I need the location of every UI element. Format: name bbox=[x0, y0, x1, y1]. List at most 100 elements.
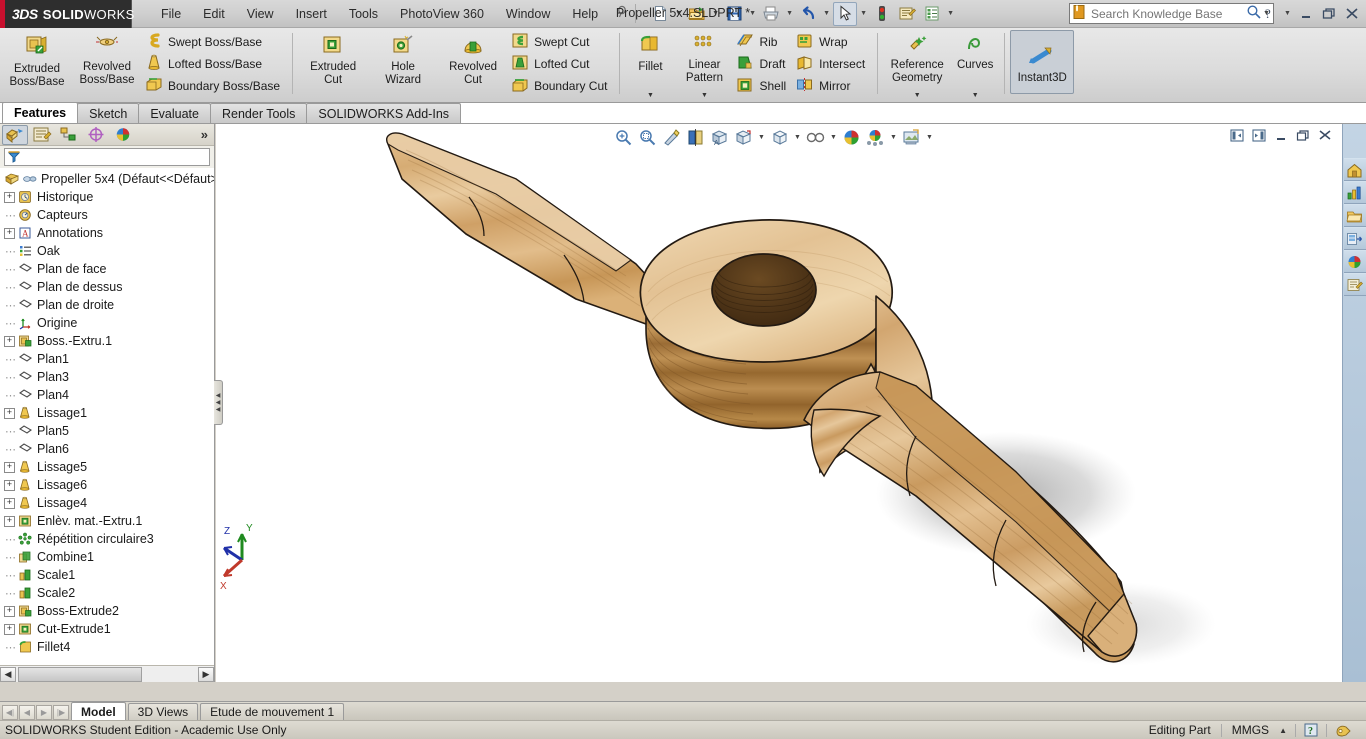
tree-item-oak-material[interactable]: ⋯ Oak bbox=[0, 242, 214, 260]
tree-item-scale2[interactable]: ⋯ Scale2 bbox=[0, 584, 214, 602]
tree-item-boss-extru-1[interactable]: + Boss.-Extru.1 bbox=[0, 332, 214, 350]
chevron-down-icon[interactable]: ▼ bbox=[747, 10, 758, 17]
wrap-button[interactable]: Wrap bbox=[793, 31, 872, 52]
draft-button[interactable]: Draft bbox=[733, 53, 793, 74]
tab-render-tools[interactable]: Render Tools bbox=[209, 103, 308, 123]
chevron-down-icon[interactable]: ▼ bbox=[914, 92, 921, 99]
intersect-button[interactable]: Intersect bbox=[793, 53, 872, 74]
menu-edit[interactable]: Edit bbox=[192, 3, 236, 25]
bottom-tab-motion-study-1[interactable]: Etude de mouvement 1 bbox=[200, 703, 345, 720]
chevron-down-icon[interactable]: ▼ bbox=[784, 10, 795, 17]
minimize-icon[interactable] bbox=[1296, 4, 1316, 23]
chevron-down-icon[interactable]: ▼ bbox=[701, 92, 708, 99]
chevron-up-icon[interactable]: ▲ bbox=[1279, 726, 1295, 735]
menu-photoview-360[interactable]: PhotoView 360 bbox=[389, 3, 495, 25]
save-icon[interactable] bbox=[722, 2, 746, 26]
revolved-boss-base-button[interactable]: Revolved Boss/Base bbox=[72, 28, 142, 102]
tree-item-scale1[interactable]: ⋯ Scale1 bbox=[0, 566, 214, 584]
scrollbar-thumb[interactable] bbox=[18, 666, 142, 682]
menu-window[interactable]: Window bbox=[495, 3, 561, 25]
tree-item-cut-extrude1[interactable]: + Cut-Extrude1 bbox=[0, 620, 214, 638]
help-badge[interactable]: ? bbox=[1296, 723, 1326, 737]
chevron-down-icon[interactable]: ▼ bbox=[1282, 10, 1293, 17]
tree-item-plan-de-dessus[interactable]: ⋯ Plan de dessus bbox=[0, 278, 214, 296]
expand-icon[interactable]: + bbox=[4, 515, 15, 527]
tree-item-lissage1[interactable]: + Lissage1 bbox=[0, 404, 214, 422]
curves-button[interactable]: Curves ▼ bbox=[951, 28, 999, 102]
new-document-icon[interactable] bbox=[648, 2, 672, 26]
view-settings-icon[interactable] bbox=[864, 126, 887, 149]
previous-view-icon[interactable] bbox=[660, 126, 683, 149]
chevron-down-icon[interactable]: ▼ bbox=[972, 92, 979, 99]
options-icon[interactable] bbox=[895, 2, 919, 26]
tree-horizontal-scrollbar[interactable]: ◀ ▶ bbox=[0, 665, 214, 682]
boundary-cut-button[interactable]: Boundary Cut bbox=[508, 75, 614, 96]
edit-appearance-icon[interactable] bbox=[804, 126, 827, 149]
extruded-cut-button[interactable]: Extruded Cut bbox=[298, 28, 368, 102]
menu-help[interactable]: Help bbox=[561, 3, 609, 25]
help-question-icon[interactable]: ? bbox=[1259, 4, 1279, 23]
feature-manager-tree-tab[interactable] bbox=[2, 124, 28, 145]
feature-tree[interactable]: Propeller 5x4 (Défaut<<Défaut> + Histori… bbox=[0, 168, 214, 665]
chevron-down-icon[interactable]: ▼ bbox=[756, 134, 767, 141]
swept-boss-base-button[interactable]: Swept Boss/Base bbox=[142, 31, 287, 52]
section-view-icon[interactable] bbox=[684, 126, 707, 149]
tree-item-combine1[interactable]: ⋯ Combine1 bbox=[0, 548, 214, 566]
bottom-tab-3d-views[interactable]: 3D Views bbox=[127, 703, 199, 720]
solidworks-resources-home-icon[interactable] bbox=[1343, 158, 1366, 181]
mirror-button[interactable]: Mirror bbox=[793, 75, 872, 96]
chevron-down-icon[interactable]: ▼ bbox=[858, 10, 869, 17]
tree-item-plan6[interactable]: ⋯ Plan6 bbox=[0, 440, 214, 458]
tree-item-repetition-circulaire3[interactable]: ⋯ Répétition circulaire3 bbox=[0, 530, 214, 548]
expand-icon[interactable]: + bbox=[4, 461, 15, 473]
tab-solidworks-add-ins[interactable]: SOLIDWORKS Add-Ins bbox=[306, 103, 462, 123]
tree-item-plan3[interactable]: ⋯ Plan3 bbox=[0, 368, 214, 386]
tree-item-plan-de-droite[interactable]: ⋯ Plan de droite bbox=[0, 296, 214, 314]
tree-item-annotations[interactable]: + A Annotations bbox=[0, 224, 214, 242]
expand-icon[interactable]: + bbox=[4, 191, 15, 203]
document-restore-icon[interactable] bbox=[1294, 127, 1312, 144]
pushpin-icon[interactable] bbox=[615, 5, 629, 22]
custom-properties-icon[interactable] bbox=[1343, 273, 1366, 296]
lofted-boss-base-button[interactable]: Lofted Boss/Base bbox=[142, 53, 287, 74]
instant3d-button[interactable]: Instant3D bbox=[1010, 30, 1075, 94]
tab-sketch[interactable]: Sketch bbox=[77, 103, 140, 123]
tree-item-origine[interactable]: ⋯ Origine bbox=[0, 314, 214, 332]
tree-item-plan5[interactable]: ⋯ Plan5 bbox=[0, 422, 214, 440]
display-manager-tab[interactable] bbox=[110, 125, 136, 145]
expand-icon[interactable]: + bbox=[4, 479, 15, 491]
tree-item-enlev-mat-extru-1[interactable]: + Enlèv. mat.-Extru.1 bbox=[0, 512, 214, 530]
scrollbar-track[interactable] bbox=[16, 666, 198, 682]
tab-features[interactable]: Features bbox=[2, 102, 79, 123]
zoom-to-area-icon[interactable] bbox=[636, 126, 659, 149]
zoom-to-fit-icon[interactable] bbox=[612, 126, 635, 149]
tree-item-root[interactable]: Propeller 5x4 (Défaut<<Défaut> bbox=[0, 170, 214, 188]
expand-icon[interactable]: + bbox=[4, 497, 15, 509]
appearance-tag-icon[interactable] bbox=[1327, 723, 1362, 738]
boundary-boss-base-button[interactable]: Boundary Boss/Base bbox=[142, 75, 287, 96]
close-icon[interactable] bbox=[1342, 4, 1362, 23]
menu-view[interactable]: View bbox=[236, 3, 285, 25]
chevron-right-icon[interactable]: ▶ bbox=[198, 666, 214, 682]
apply-scene-icon[interactable] bbox=[840, 126, 863, 149]
tree-item-lissage4[interactable]: + Lissage4 bbox=[0, 494, 214, 512]
chevron-down-icon[interactable]: ▼ bbox=[945, 10, 956, 17]
extruded-boss-base-button[interactable]: Extruded Boss/Base bbox=[2, 28, 72, 102]
rebuild-traffic-light-icon[interactable] bbox=[870, 2, 894, 26]
tree-item-plan-de-face[interactable]: ⋯ Plan de face bbox=[0, 260, 214, 278]
view-palette-icon[interactable] bbox=[1343, 227, 1366, 250]
expand-icon[interactable]: + bbox=[4, 227, 15, 239]
tree-item-plan1[interactable]: ⋯ Plan1 bbox=[0, 350, 214, 368]
tree-item-capteurs[interactable]: ⋯ Capteurs bbox=[0, 206, 214, 224]
save-image-icon[interactable] bbox=[900, 126, 923, 149]
undo-icon[interactable] bbox=[796, 2, 820, 26]
rib-button[interactable]: Rib bbox=[733, 31, 793, 52]
chevron-down-icon[interactable]: ▼ bbox=[821, 10, 832, 17]
units-text[interactable]: MMGS bbox=[1222, 722, 1279, 739]
tree-item-fillet4[interactable]: ⋯ Fillet4 bbox=[0, 638, 214, 656]
expand-icon[interactable]: + bbox=[4, 335, 15, 347]
tab-evaluate[interactable]: Evaluate bbox=[138, 103, 211, 123]
expand-icon[interactable]: + bbox=[4, 407, 15, 419]
tree-item-boss-extrude2[interactable]: + Boss-Extrude2 bbox=[0, 602, 214, 620]
document-minimize-icon[interactable] bbox=[1272, 127, 1290, 144]
